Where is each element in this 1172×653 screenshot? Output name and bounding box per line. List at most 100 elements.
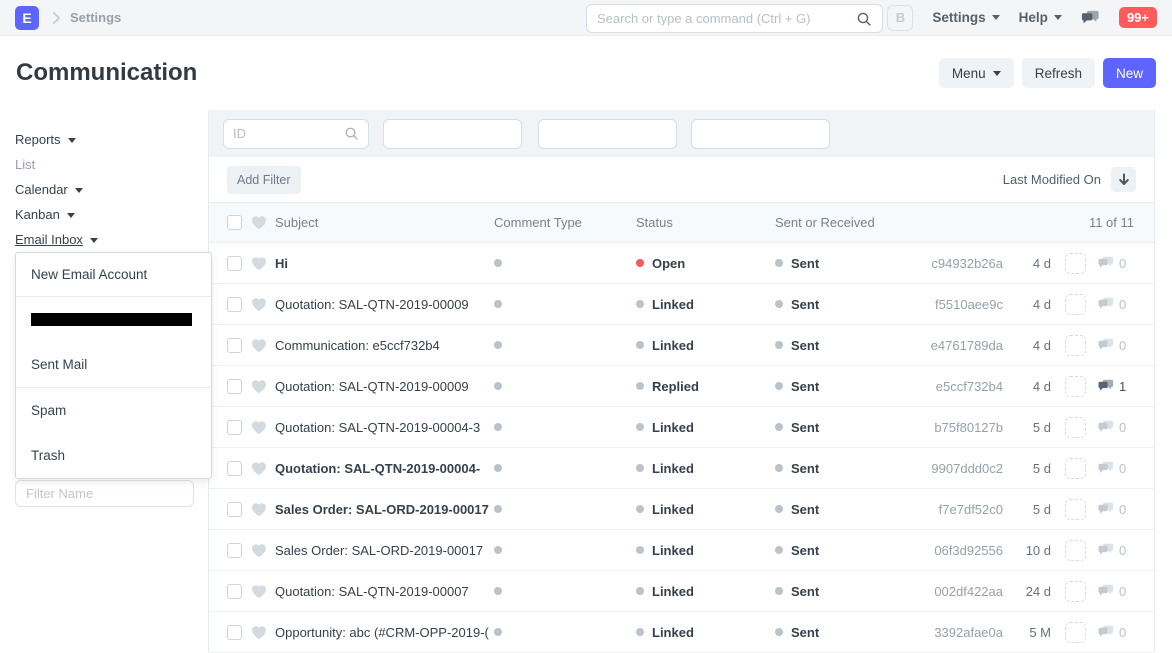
row-id[interactable]: 002df422aa: [911, 584, 1003, 599]
row-subject[interactable]: Quotation: SAL-QTN-2019-00009: [275, 379, 494, 394]
select-all-checkbox[interactable]: [227, 215, 242, 230]
assign-placeholder[interactable]: [1065, 253, 1086, 274]
comment-count[interactable]: 0: [1098, 461, 1134, 476]
assign-placeholder[interactable]: [1065, 417, 1086, 438]
row-subject[interactable]: Sales Order: SAL-ORD-2019-00017: [275, 543, 494, 558]
comment-count[interactable]: 0: [1098, 256, 1134, 271]
sort-field-label[interactable]: Last Modified On: [1003, 172, 1101, 187]
assign-placeholder[interactable]: [1065, 294, 1086, 315]
row-checkbox[interactable]: [227, 379, 242, 394]
dropdown-item-spam[interactable]: Spam: [16, 388, 211, 433]
sidebar-item-list[interactable]: List: [15, 157, 208, 173]
menu-button[interactable]: Menu: [939, 58, 1014, 88]
add-filter-button[interactable]: Add Filter: [227, 166, 301, 194]
row-checkbox[interactable]: [227, 256, 242, 271]
filter-input-2[interactable]: [383, 119, 522, 149]
row-id[interactable]: c94932b26a: [911, 256, 1003, 271]
heart-icon[interactable]: [251, 543, 267, 558]
row-checkbox[interactable]: [227, 338, 242, 353]
heart-icon[interactable]: [251, 379, 267, 394]
comment-count[interactable]: 0: [1098, 584, 1134, 599]
heart-icon[interactable]: [251, 215, 267, 230]
assign-placeholder[interactable]: [1065, 376, 1086, 397]
table-row[interactable]: Quotation: SAL-QTN-2019-00009LinkedSentf…: [209, 284, 1154, 325]
navbar-help-menu[interactable]: Help: [1019, 10, 1062, 25]
heart-icon[interactable]: [251, 461, 267, 476]
table-row[interactable]: HiOpenSentc94932b26a4 d0: [209, 243, 1154, 284]
dropdown-item-trash[interactable]: Trash: [16, 433, 211, 478]
refresh-button[interactable]: Refresh: [1022, 58, 1095, 88]
comment-count[interactable]: 1: [1098, 379, 1134, 394]
table-row[interactable]: Quotation: SAL-QTN-2019-00007LinkedSent0…: [209, 571, 1154, 612]
global-search[interactable]: [586, 4, 883, 33]
id-filter[interactable]: [223, 119, 369, 149]
avatar[interactable]: B: [887, 5, 913, 31]
row-checkbox[interactable]: [227, 461, 242, 476]
search-input[interactable]: [597, 11, 856, 26]
sidebar-item-calendar[interactable]: Calendar: [15, 182, 208, 198]
comment-count[interactable]: 0: [1098, 420, 1134, 435]
assign-placeholder[interactable]: [1065, 458, 1086, 479]
notification-badge[interactable]: 99+: [1119, 7, 1157, 28]
row-checkbox[interactable]: [227, 420, 242, 435]
assign-placeholder[interactable]: [1065, 581, 1086, 602]
heart-icon[interactable]: [251, 502, 267, 517]
heart-icon[interactable]: [251, 338, 267, 353]
assign-placeholder[interactable]: [1065, 540, 1086, 561]
filter-input-3[interactable]: [538, 119, 677, 149]
comment-count[interactable]: 0: [1098, 625, 1134, 640]
table-row[interactable]: Opportunity: abc (#CRM-OPP-2019-(LinkedS…: [209, 612, 1154, 653]
assign-placeholder[interactable]: [1065, 499, 1086, 520]
assign-placeholder[interactable]: [1065, 622, 1086, 643]
row-checkbox[interactable]: [227, 297, 242, 312]
filter-input-4[interactable]: [691, 119, 830, 149]
table-row[interactable]: Sales Order: SAL-ORD-2019-00017LinkedSen…: [209, 530, 1154, 571]
sort-direction-button[interactable]: [1111, 167, 1136, 192]
comment-count[interactable]: 0: [1098, 543, 1134, 558]
row-subject[interactable]: Quotation: SAL-QTN-2019-00004-3: [275, 420, 494, 435]
comment-count[interactable]: 0: [1098, 297, 1134, 312]
sidebar-item-email-inbox[interactable]: Email Inbox: [15, 232, 208, 248]
heart-icon[interactable]: [251, 584, 267, 599]
assign-placeholder[interactable]: [1065, 335, 1086, 356]
comment-count[interactable]: 0: [1098, 338, 1134, 353]
row-subject[interactable]: Sales Order: SAL-ORD-2019-00017: [275, 502, 494, 517]
row-subject[interactable]: Communication: e5ccf732b4: [275, 338, 494, 353]
row-subject[interactable]: Opportunity: abc (#CRM-OPP-2019-(: [275, 625, 494, 640]
row-checkbox[interactable]: [227, 543, 242, 558]
table-row[interactable]: Quotation: SAL-QTN-2019-00004-LinkedSent…: [209, 448, 1154, 489]
sidebar-item-kanban[interactable]: Kanban: [15, 207, 208, 223]
row-subject[interactable]: Quotation: SAL-QTN-2019-00007: [275, 584, 494, 599]
chat-icon[interactable]: [1081, 10, 1100, 26]
row-id[interactable]: e5ccf732b4: [911, 379, 1003, 394]
new-button[interactable]: New: [1103, 58, 1156, 88]
heart-icon[interactable]: [251, 420, 267, 435]
row-checkbox[interactable]: [227, 584, 242, 599]
row-id[interactable]: f7e7df52c0: [911, 502, 1003, 517]
row-checkbox[interactable]: [227, 625, 242, 640]
breadcrumb[interactable]: Settings: [70, 10, 121, 25]
row-subject[interactable]: Quotation: SAL-QTN-2019-00009: [275, 297, 494, 312]
dropdown-item-sent-mail[interactable]: Sent Mail: [16, 342, 211, 387]
heart-icon[interactable]: [251, 256, 267, 271]
navbar-settings-menu[interactable]: Settings: [932, 10, 999, 25]
heart-icon[interactable]: [251, 625, 267, 640]
table-row[interactable]: Sales Order: SAL-ORD-2019-00017LinkedSen…: [209, 489, 1154, 530]
sidebar-item-reports[interactable]: Reports: [15, 132, 208, 148]
row-id[interactable]: e4761789da: [911, 338, 1003, 353]
row-id[interactable]: b75f80127b: [911, 420, 1003, 435]
row-id[interactable]: 9907ddd0c2: [911, 461, 1003, 476]
comment-count[interactable]: 0: [1098, 502, 1134, 517]
dropdown-item-new-email-account[interactable]: New Email Account: [16, 253, 211, 296]
row-id[interactable]: f5510aee9c: [911, 297, 1003, 312]
table-row[interactable]: Communication: e5ccf732b4LinkedSente4761…: [209, 325, 1154, 366]
table-row[interactable]: Quotation: SAL-QTN-2019-00009RepliedSent…: [209, 366, 1154, 407]
row-subject[interactable]: Quotation: SAL-QTN-2019-00004-: [275, 461, 494, 476]
filter-name-input[interactable]: [15, 480, 194, 507]
app-logo[interactable]: E: [15, 6, 39, 30]
row-id[interactable]: 3392afae0a: [911, 625, 1003, 640]
table-row[interactable]: Quotation: SAL-QTN-2019-00004-3LinkedSen…: [209, 407, 1154, 448]
row-subject[interactable]: Hi: [275, 256, 494, 271]
row-id[interactable]: 06f3d92556: [911, 543, 1003, 558]
id-filter-input[interactable]: [233, 126, 344, 141]
